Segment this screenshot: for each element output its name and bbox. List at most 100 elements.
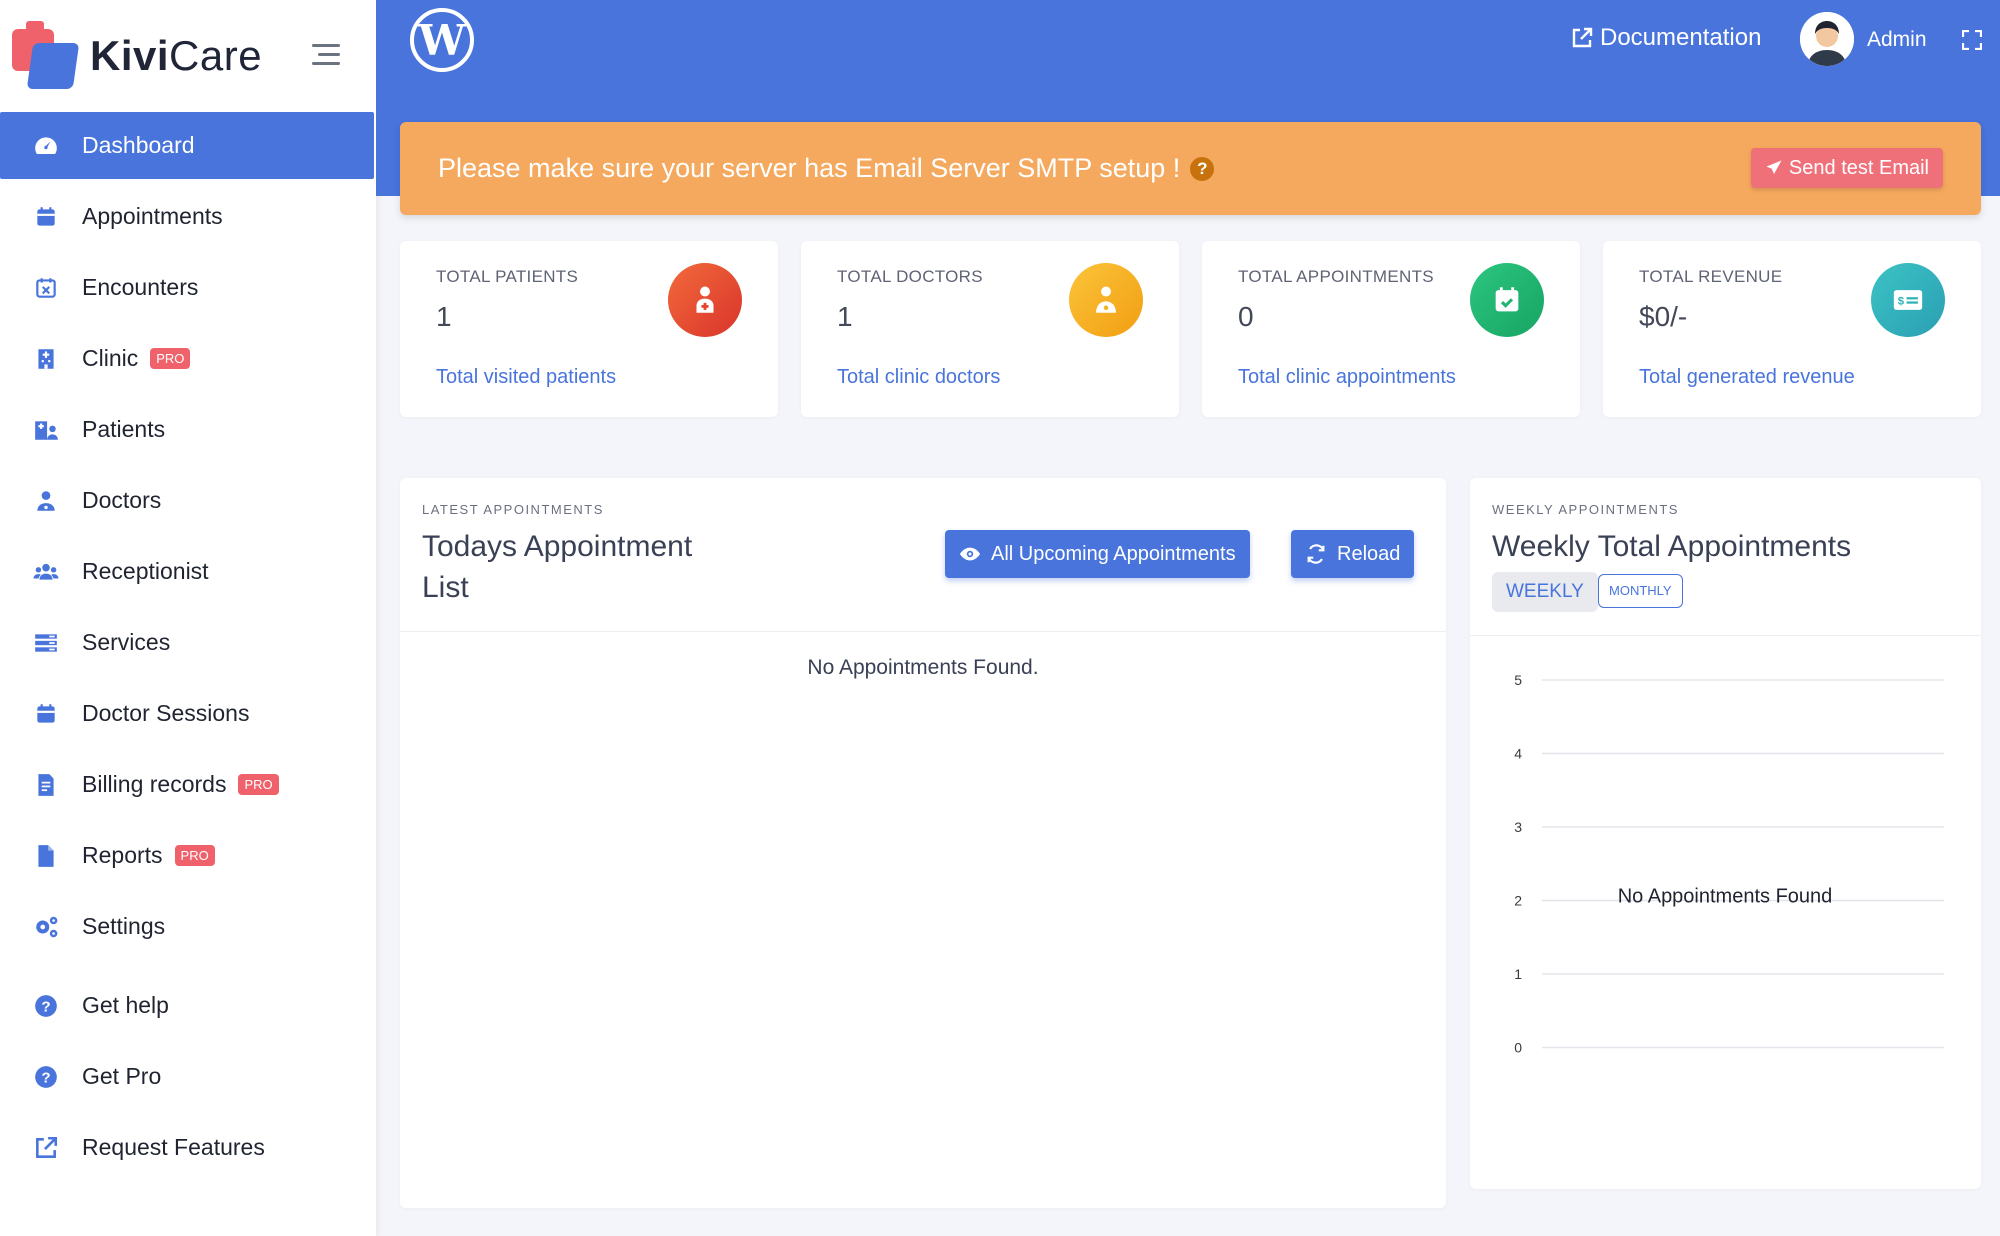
y-tick-label: 4 xyxy=(1514,746,1522,762)
stat-card-appointments: TOTAL APPOINTMENTS 0 Total clinic appoin… xyxy=(1202,241,1580,417)
y-tick-label: 0 xyxy=(1514,1040,1522,1056)
sidebar-item-label: Clinic xyxy=(82,345,139,371)
wordpress-logo-icon[interactable]: W xyxy=(410,8,474,72)
calendar-icon xyxy=(32,700,60,728)
stat-card-patients: TOTAL PATIENTS 1 Total visited patients xyxy=(400,241,778,417)
hospital-icon xyxy=(32,345,60,373)
y-tick-label: 2 xyxy=(1514,893,1522,909)
sidebar-item-label: Receptionist xyxy=(82,558,209,584)
user-name[interactable]: Admin xyxy=(1867,28,1927,52)
sidebar-item-receptionist[interactable]: Receptionist xyxy=(0,538,376,605)
sidebar-item-label: Patients xyxy=(82,416,166,442)
svg-text:?: ? xyxy=(41,998,50,1015)
panel-eyebrow: LATEST APPOINTMENTS xyxy=(422,502,604,517)
panel-title: Weekly Total Appointments xyxy=(1492,530,1852,563)
avatar[interactable] xyxy=(1800,12,1854,66)
help-icon[interactable]: ? xyxy=(1190,156,1215,181)
monthly-toggle[interactable]: MONTHLY xyxy=(1598,574,1683,608)
sidebar-nav: Dashboard Appointments Encounters Clinic… xyxy=(0,112,376,1181)
question-circle-icon: ? xyxy=(32,992,60,1020)
stat-link[interactable]: Total visited patients xyxy=(436,366,616,389)
money-check-icon: $ xyxy=(1871,263,1945,337)
sidebar-item-dashboard[interactable]: Dashboard xyxy=(0,112,374,179)
stat-link[interactable]: Total clinic appointments xyxy=(1238,366,1456,389)
sidebar-item-label: Reports xyxy=(82,842,163,868)
sidebar-item-label: Dashboard xyxy=(82,132,195,158)
sidebar-item-label: Get help xyxy=(82,992,169,1018)
users-icon xyxy=(32,558,60,586)
sidebar-item-label: Settings xyxy=(82,913,166,939)
y-tick-label: 3 xyxy=(1514,819,1522,835)
sidebar-item-doctor-sessions[interactable]: Doctor Sessions xyxy=(0,680,376,747)
weekly-appointments-chart: 5 4 3 2 1 0 No Appointments Found xyxy=(1514,672,1944,1056)
server-icon xyxy=(32,629,60,657)
sidebar-item-patients[interactable]: Patients xyxy=(0,396,376,463)
sidebar-item-label: Get Pro xyxy=(82,1063,162,1089)
sidebar-item-services[interactable]: Services xyxy=(0,609,376,676)
sidebar-item-clinic[interactable]: Clinic PRO xyxy=(0,325,376,392)
reload-label: Reload xyxy=(1337,542,1401,565)
external-link-icon xyxy=(1572,27,1593,48)
sidebar-item-label: Encounters xyxy=(82,274,199,300)
sidebar-item-label: Services xyxy=(82,629,171,655)
panel-eyebrow: WEEKLY APPOINTMENTS xyxy=(1492,502,1679,517)
svg-text:?: ? xyxy=(41,1069,50,1086)
sidebar-item-get-help[interactable]: ? Get help xyxy=(0,972,376,1039)
question-circle-icon: ? xyxy=(32,1063,60,1091)
sidebar-item-label: Doctors xyxy=(82,487,162,513)
sidebar-item-doctors[interactable]: Doctors xyxy=(0,467,376,534)
stat-link[interactable]: Total generated revenue xyxy=(1639,366,1855,389)
sidebar-item-label: Request Features xyxy=(82,1134,265,1160)
sidebar-item-label: Billing records xyxy=(82,771,227,797)
file-invoice-icon xyxy=(32,771,60,799)
weekly-appointments-panel: WEEKLY APPOINTMENTS Weekly Total Appoint… xyxy=(1470,478,1981,1189)
gauge-icon xyxy=(32,132,60,160)
stat-card-revenue: TOTAL REVENUE $0/- Total generated reven… xyxy=(1603,241,1981,417)
sidebar-item-request-features[interactable]: Request Features xyxy=(0,1114,376,1181)
external-link-icon xyxy=(32,1134,60,1162)
kivicare-logo xyxy=(12,21,82,91)
svg-text:$: $ xyxy=(1898,295,1905,307)
doctor-icon xyxy=(32,487,60,515)
sidebar: KiviCare Dashboard Appointments Encounte… xyxy=(0,0,376,1236)
hospital-user-icon xyxy=(32,416,60,444)
sidebar-item-label: Doctor Sessions xyxy=(82,700,250,726)
paper-plane-icon xyxy=(1766,160,1782,174)
send-test-email-button[interactable]: Send test Email xyxy=(1750,148,1943,188)
menu-toggle-icon[interactable] xyxy=(312,44,340,71)
panel-title: Todays Appointment List xyxy=(422,530,693,604)
sync-icon xyxy=(1307,544,1325,564)
y-tick-label: 1 xyxy=(1514,966,1522,982)
patient-icon xyxy=(668,263,742,337)
send-test-email-label: Send test Email xyxy=(1788,156,1929,179)
documentation-label: Documentation xyxy=(1600,24,1762,51)
cogs-icon xyxy=(32,913,60,941)
pro-badge: PRO xyxy=(174,845,215,866)
eye-icon xyxy=(959,547,981,561)
stat-card-doctors: TOTAL DOCTORS 1 Total clinic doctors xyxy=(801,241,1179,417)
all-upcoming-appointments-label: All Upcoming Appointments xyxy=(991,542,1236,565)
sidebar-item-get-pro[interactable]: ? Get Pro xyxy=(0,1043,376,1110)
sidebar-item-billing-records[interactable]: Billing records PRO xyxy=(0,751,376,818)
sidebar-item-appointments[interactable]: Appointments xyxy=(0,183,376,250)
chart-no-data-label: No Appointments Found xyxy=(1618,886,1833,908)
brand[interactable]: KiviCare xyxy=(0,0,376,112)
all-upcoming-appointments-button[interactable]: All Upcoming Appointments xyxy=(945,530,1250,578)
reload-button[interactable]: Reload xyxy=(1291,530,1415,578)
file-icon xyxy=(32,842,60,870)
stat-link[interactable]: Total clinic doctors xyxy=(837,366,1000,389)
documentation-link[interactable]: Documentation xyxy=(1570,24,1761,52)
doctor-icon xyxy=(1069,263,1143,337)
fullscreen-icon[interactable] xyxy=(1962,30,1982,50)
weekly-toggle[interactable]: WEEKLY xyxy=(1492,572,1598,612)
smtp-alert: Please make sure your server has Email S… xyxy=(400,122,1981,215)
sidebar-item-settings[interactable]: Settings xyxy=(0,893,376,960)
nav-spacer xyxy=(0,964,376,972)
sidebar-item-label: Appointments xyxy=(82,203,223,229)
empty-appointments-message: No Appointments Found. xyxy=(807,656,1039,679)
alert-message: Please make sure your server has Email S… xyxy=(438,153,1181,183)
sidebar-item-reports[interactable]: Reports PRO xyxy=(0,822,376,889)
calendar-icon xyxy=(32,203,60,231)
pro-badge: PRO xyxy=(238,774,279,795)
sidebar-item-encounters[interactable]: Encounters xyxy=(0,254,376,321)
